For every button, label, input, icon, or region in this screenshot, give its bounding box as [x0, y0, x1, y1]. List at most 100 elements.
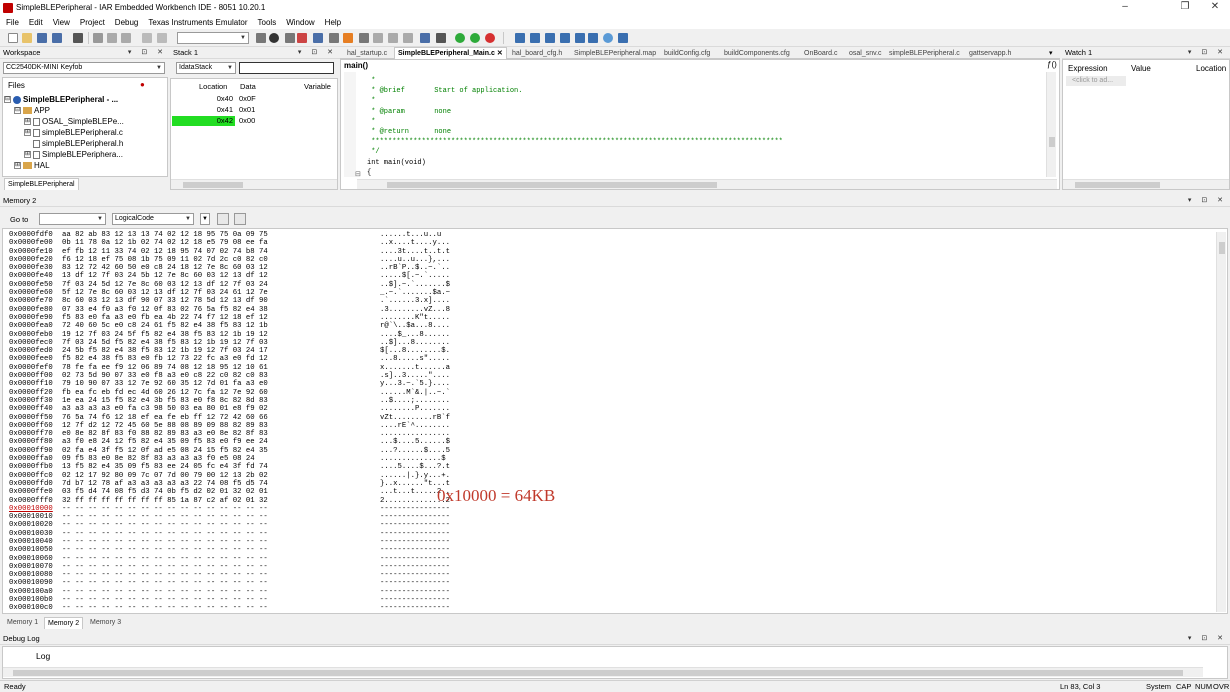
memory-row[interactable]: 0x00010040 -- -- -- -- -- -- -- -- -- -- …	[9, 538, 470, 546]
download-icon[interactable]	[618, 33, 628, 43]
memory-row[interactable]: 0x0000ff40 a3 a3 a3 a3 e0 fa c3 98 50 03 …	[9, 405, 470, 413]
forward-icon[interactable]	[285, 33, 295, 43]
stack-row[interactable]: 0x40 0x0F	[172, 94, 256, 104]
memory-row[interactable]: 0x0000fe30 83 12 72 42 60 50 e0 c8 24 18 …	[9, 264, 470, 272]
expander-icon[interactable]: ⊞	[14, 162, 21, 169]
stack-row[interactable]: 0x42 0x00	[172, 116, 255, 126]
go-icon[interactable]	[455, 33, 465, 43]
expander-icon[interactable]: ⊟	[4, 96, 11, 103]
watch-add-expression[interactable]: <click to ad...	[1066, 76, 1126, 86]
memory-row[interactable]: 0x00010060 -- -- -- -- -- -- -- -- -- -- …	[9, 555, 470, 563]
memory-fill-icon[interactable]	[217, 213, 229, 225]
prev-icon[interactable]	[329, 33, 339, 43]
redo-icon[interactable]	[157, 33, 167, 43]
stack-selector[interactable]: IdataStack ▼	[176, 62, 236, 74]
minimize-button[interactable]: –	[1110, 0, 1140, 16]
tab-hal-startup-c[interactable]: hal_startup.c	[344, 48, 390, 59]
step-over-icon[interactable]	[515, 33, 525, 43]
debuglog-hscroll[interactable]	[3, 667, 1203, 677]
menu-help[interactable]: Help	[325, 16, 341, 29]
watch-hscroll[interactable]	[1063, 179, 1229, 189]
menu-edit[interactable]: Edit	[29, 16, 43, 29]
memory-row[interactable]: 0x0000ff10 79 10 90 07 33 12 7e 92 60 35 …	[9, 380, 470, 388]
memory-row[interactable]: 0x00010020 -- -- -- -- -- -- -- -- -- -- …	[9, 521, 470, 529]
memory-row[interactable]: 0x0000fea0 72 40 60 5c e0 c8 24 61 f5 82 …	[9, 322, 470, 330]
expander-icon[interactable]: ⊞	[24, 118, 31, 125]
compile-icon[interactable]	[343, 33, 353, 43]
editor-tabs-dropdown[interactable]: ▾	[1049, 49, 1053, 57]
copy-icon[interactable]	[107, 33, 117, 43]
bookmark-icon[interactable]	[297, 33, 307, 43]
cut-icon[interactable]	[93, 33, 103, 43]
step-into-icon[interactable]	[530, 33, 540, 43]
tab-close-icon[interactable]: ✕	[495, 50, 503, 57]
memory-row[interactable]: 0x0000fe90 f5 83 e0 fa a3 e0 fb ea 4b 22 …	[9, 314, 470, 322]
tab-memory-3[interactable]: Memory 3	[87, 617, 124, 628]
memory-dump[interactable]: 0x0000fdf0 aa 82 ab 83 12 13 13 74 02 12 …	[9, 231, 470, 613]
memory-row[interactable]: 0x000100b0 -- -- -- -- -- -- -- -- -- -- …	[9, 596, 470, 604]
memory-row[interactable]: 0x0000fe80 07 33 e4 f0 a3 f0 12 0f 83 02 …	[9, 306, 470, 314]
memory-row[interactable]: 0x0000fed0 24 5b f5 82 e4 38 f5 83 12 1b …	[9, 347, 470, 355]
tab-simplebleperipheral-map[interactable]: SimpleBLEPeripheral.map	[571, 48, 659, 59]
make-icon[interactable]	[420, 33, 430, 43]
save-all-icon[interactable]	[52, 33, 62, 43]
memory-row[interactable]: 0x0000feb0 19 12 7f 03 24 5f f5 82 e4 38 …	[9, 331, 470, 339]
memory-row[interactable]: 0x00010010 -- -- -- -- -- -- -- -- -- -- …	[9, 513, 470, 521]
memory-row[interactable]: 0x000100c0 -- -- -- -- -- -- -- -- -- -- …	[9, 604, 470, 612]
watch-pane-controls[interactable]: ▾ ⊡ ✕	[1188, 47, 1227, 59]
menu-view[interactable]: View	[53, 16, 70, 29]
memory-row[interactable]: 0x0000fe60 5f 12 7e 8c 60 03 12 13 df 12 …	[9, 289, 470, 297]
expander-icon[interactable]: ⊞	[24, 129, 31, 136]
memory-row[interactable]: 0x000100a0 -- -- -- -- -- -- -- -- -- -- …	[9, 588, 470, 596]
paste-icon[interactable]	[121, 33, 131, 43]
memory-row[interactable]: 0x0000fe40 13 df 12 7f 03 24 5b 12 7e 8c …	[9, 272, 470, 280]
breakpoint-list-icon[interactable]	[436, 33, 446, 43]
memory-row[interactable]: 0x0000fdf0 aa 82 ab 83 12 13 13 74 02 12 …	[9, 231, 470, 239]
stack-hscroll[interactable]	[171, 179, 337, 189]
maximize-button[interactable]: ❐	[1170, 0, 1200, 16]
memory-row[interactable]: 0x0000ffd0 7d b7 12 78 af a3 a3 a3 a3 a3 …	[9, 480, 470, 488]
open-folder-icon[interactable]	[22, 33, 32, 43]
memory-row[interactable]: 0x00010080 -- -- -- -- -- -- -- -- -- -- …	[9, 571, 470, 579]
configuration-select[interactable]: CC2540DK-MINI Keyfob ▼	[3, 62, 165, 74]
break-icon[interactable]	[603, 33, 613, 43]
menu-debug[interactable]: Debug	[115, 16, 139, 29]
pane-controls[interactable]: ▾ ⊡ ✕	[128, 47, 167, 59]
new-file-icon[interactable]	[8, 33, 18, 43]
next-statement-icon[interactable]	[560, 33, 570, 43]
function-navigator[interactable]: main()	[344, 61, 368, 70]
run-icon[interactable]	[588, 33, 598, 43]
memory-row[interactable]: 0x0000ff00 02 73 5d 90 07 33 e0 f8 a3 e0 …	[9, 372, 470, 380]
memory-row[interactable]: 0x00010070 -- -- -- -- -- -- -- -- -- -- …	[9, 563, 470, 571]
doc2-icon[interactable]	[388, 33, 398, 43]
goto-input[interactable]: ▼	[39, 213, 106, 225]
tree-item[interactable]: ⊟ SimpleBLEPeripheral - ...	[4, 94, 124, 105]
tab-memory-2[interactable]: Memory 2	[44, 617, 84, 629]
find-combo[interactable]: ▼	[177, 32, 249, 44]
memory-save-icon[interactable]	[234, 213, 246, 225]
memory-row[interactable]: 0x0000ff30 1e ea 24 15 f5 82 e4 3b f5 83 …	[9, 397, 470, 405]
memory-row[interactable]: 0x0000fe50 7f 03 24 5d 12 7e 8c 60 03 12 …	[9, 281, 470, 289]
menu-project[interactable]: Project	[80, 16, 105, 29]
debuglog-pane-controls[interactable]: ▾ ⊡ ✕	[1188, 633, 1227, 645]
indent-icon[interactable]	[313, 33, 323, 43]
memory-row[interactable]: 0x0000ff20 fb ea fc eb fd ec 4d 60 26 12 …	[9, 389, 470, 397]
memory-row[interactable]: 0x0000ffe0 03 f5 d4 74 08 f5 d3 74 0b f5 …	[9, 488, 470, 496]
tab-workspace-simplebleperipheral[interactable]: SimpleBLEPeripheral	[4, 178, 79, 190]
expander-icon[interactable]: ⊞	[24, 151, 31, 158]
search-icon[interactable]	[269, 33, 279, 43]
next-icon[interactable]	[359, 33, 369, 43]
memory-row[interactable]: 0x0000fe00 0b 11 78 0a 12 1b 02 74 02 12 …	[9, 239, 470, 247]
tab-simplebleperipheral-main-c[interactable]: SimpleBLEPeripheral_Main.c ✕	[394, 47, 507, 59]
undo-icon[interactable]	[142, 33, 152, 43]
tree-item[interactable]: simpleBLEPeripheral.h	[4, 138, 124, 149]
doc3-icon[interactable]	[403, 33, 413, 43]
editor-hscroll[interactable]	[357, 179, 1057, 189]
memory-row[interactable]: 0x0000fef0 78 fe fa ee f9 12 06 89 74 08 …	[9, 364, 470, 372]
memory-row[interactable]: 0x0000fee0 f5 82 e4 38 f5 83 e0 fb 12 73 …	[9, 355, 470, 363]
memory-options-dropdown-icon[interactable]: ▼	[200, 213, 210, 225]
memory-zone-select[interactable]: LogicalCode ▼	[112, 213, 194, 225]
print-icon[interactable]	[73, 33, 83, 43]
memory-row[interactable]: 0x0000fec0 7f 03 24 5d f5 82 e4 38 f5 83 …	[9, 339, 470, 347]
memory-row[interactable]: 0x0000ffc0 02 12 17 92 80 09 7c 07 7d 00 …	[9, 472, 470, 480]
